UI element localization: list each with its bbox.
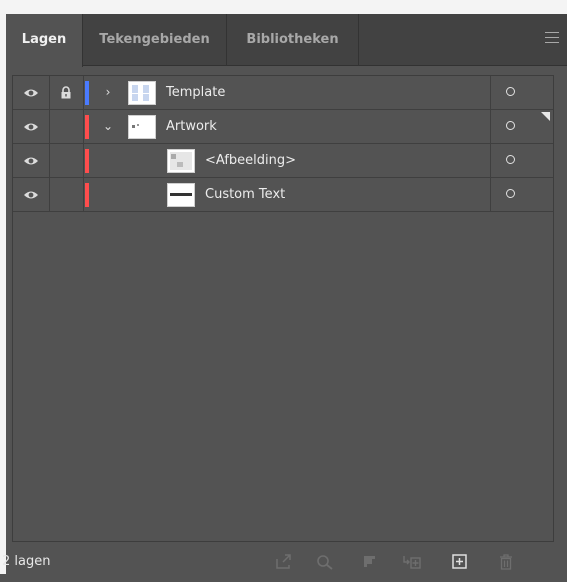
trash-icon[interactable] xyxy=(497,554,515,570)
target-circle-icon xyxy=(506,155,515,164)
tab-tekengebieden[interactable]: Tekengebieden xyxy=(83,14,227,66)
layer-count: 2 lagen xyxy=(2,554,51,569)
selection-indicator-icon xyxy=(541,112,550,121)
layer-row-custom-text[interactable]: Custom Text xyxy=(13,178,553,212)
tab-lagen[interactable]: Lagen xyxy=(6,14,83,67)
chevron-down-icon[interactable]: ⌄ xyxy=(101,118,115,134)
target-circle-icon xyxy=(506,121,515,130)
visibility-toggle[interactable] xyxy=(13,144,50,177)
eye-icon xyxy=(24,191,38,199)
layer-name[interactable]: Artwork xyxy=(166,110,217,143)
panel-tabbar: Lagen Tekengebieden Bibliotheken xyxy=(6,14,567,67)
lock-toggle[interactable] xyxy=(49,76,84,109)
lock-toggle[interactable] xyxy=(49,110,84,143)
target-cell[interactable] xyxy=(490,178,554,211)
layers-list: › Template ⌄ Artwork <Afbeelding> Custom… xyxy=(12,75,554,542)
lock-toggle[interactable] xyxy=(49,178,84,211)
layer-row-template[interactable]: › Template xyxy=(13,76,553,110)
layer-color-bar xyxy=(85,115,89,139)
panel-footer: 2 lagen xyxy=(2,542,567,574)
layer-thumbnail xyxy=(167,149,195,173)
layer-color-bar xyxy=(85,149,89,173)
layer-name[interactable]: Custom Text xyxy=(205,178,285,211)
lock-icon xyxy=(61,86,71,99)
clipping-mask-icon[interactable] xyxy=(362,554,380,570)
target-circle-icon xyxy=(506,189,515,198)
layer-thumbnail xyxy=(128,115,156,139)
target-circle-icon xyxy=(506,87,515,96)
eye-icon xyxy=(24,157,38,165)
layer-row-artwork[interactable]: ⌄ Artwork xyxy=(13,110,553,144)
export-icon[interactable] xyxy=(275,554,293,570)
target-cell[interactable] xyxy=(490,144,554,177)
layer-name[interactable]: <Afbeelding> xyxy=(205,144,296,177)
panel-menu-icon[interactable] xyxy=(545,32,559,46)
move-to-layer-icon[interactable] xyxy=(403,554,421,570)
eye-icon xyxy=(24,123,38,131)
tab-bibliotheken[interactable]: Bibliotheken xyxy=(227,14,359,66)
layer-row-afbeelding[interactable]: <Afbeelding> xyxy=(13,144,553,178)
chevron-right-icon[interactable]: › xyxy=(101,84,115,100)
layer-color-bar xyxy=(85,183,89,207)
visibility-toggle[interactable] xyxy=(13,76,50,109)
visibility-toggle[interactable] xyxy=(13,178,50,211)
window-frame-top xyxy=(0,0,567,14)
new-layer-icon[interactable] xyxy=(451,554,469,570)
lock-toggle[interactable] xyxy=(49,144,84,177)
layer-name[interactable]: Template xyxy=(166,76,225,109)
layer-thumbnail xyxy=(167,183,195,207)
layers-panel: Lagen Tekengebieden Bibliotheken › Templ… xyxy=(2,14,567,574)
layer-color-bar xyxy=(85,81,89,105)
layer-thumbnail xyxy=(128,81,156,105)
target-cell[interactable] xyxy=(490,76,554,109)
eye-icon xyxy=(24,89,38,97)
search-icon[interactable] xyxy=(316,554,334,570)
visibility-toggle[interactable] xyxy=(13,110,50,143)
